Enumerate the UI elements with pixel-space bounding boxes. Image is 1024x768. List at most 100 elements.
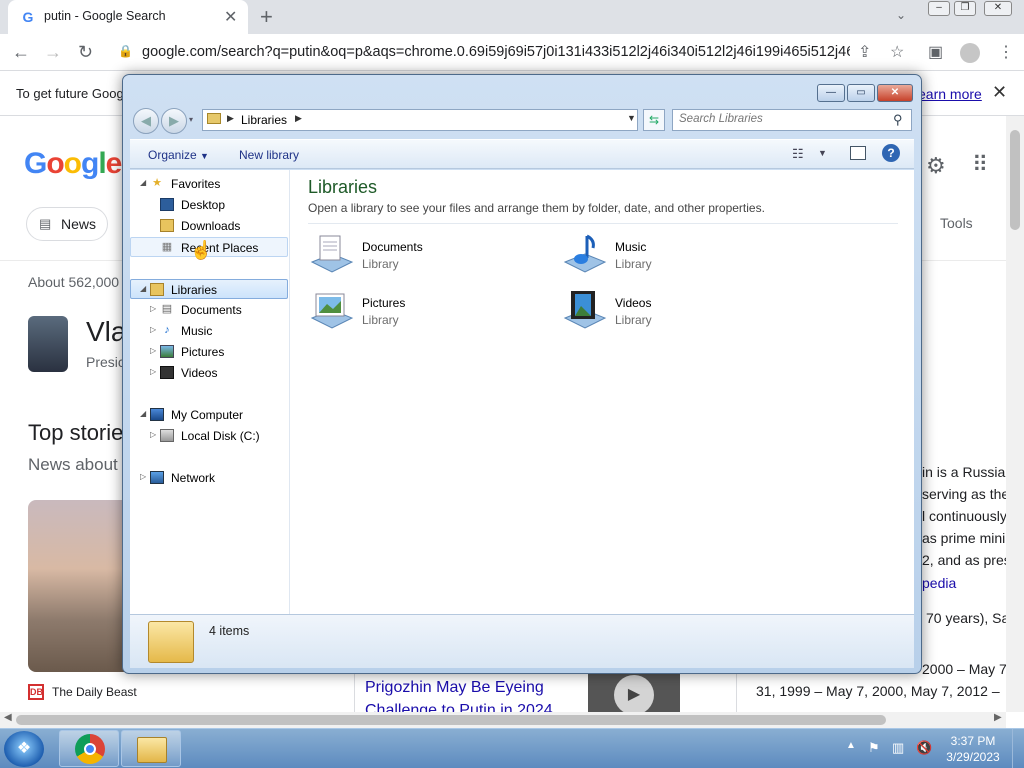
tab-google-search[interactable]: G putin - Google Search ✕ (8, 0, 248, 34)
network-tray-icon[interactable]: ▥ (892, 740, 904, 756)
tools-button[interactable]: Tools (940, 215, 973, 231)
scroll-right-icon[interactable]: ▶ (994, 712, 1002, 723)
forward-icon[interactable]: ▶ (161, 108, 187, 134)
forward-arrow-icon[interactable]: → (44, 42, 62, 62)
nav-documents[interactable]: ▷ ▤ Documents (130, 300, 288, 320)
back-arrow-icon[interactable]: ← (12, 42, 30, 62)
share-icon[interactable]: ⇪ (858, 42, 871, 62)
wikipedia-link[interactable]: pedia (922, 575, 956, 591)
start-button[interactable]: ❖ (4, 731, 44, 767)
explorer-folder-icon (137, 737, 167, 763)
breadcrumb-libraries[interactable]: Libraries (241, 113, 287, 127)
organize-button[interactable]: Organize ▼ (148, 148, 209, 162)
menu-dots-icon[interactable]: ⋮ (998, 42, 1014, 62)
action-center-flag-icon[interactable]: ⚑ (868, 740, 880, 756)
taskbar-chrome[interactable] (59, 730, 119, 767)
knowledge-thumbnail[interactable] (28, 316, 68, 372)
clock-time: 3:37 PM (950, 734, 996, 748)
nav-libraries[interactable]: ◢ Libraries (130, 279, 288, 299)
expand-arrow-icon[interactable]: ▷ (150, 367, 156, 376)
back-icon[interactable]: ◀ (133, 108, 159, 134)
tab-strip: G putin - Google Search ✕ + ⌄ – ❐ ✕ (0, 0, 1024, 34)
news-filter-chip[interactable]: ▤ News (26, 207, 108, 241)
reload-icon[interactable]: ↻ (78, 42, 93, 62)
recent-places-icon: ▦ (161, 241, 173, 253)
learn-more-link[interactable]: earn more (918, 86, 982, 102)
close-button[interactable]: ✕ (984, 1, 1012, 16)
lock-icon[interactable]: 🔒 (118, 44, 133, 58)
help-icon[interactable]: ? (882, 144, 900, 162)
bookmark-star-icon[interactable]: ☆ (890, 42, 904, 62)
knowledge-name[interactable]: Vla (86, 316, 126, 348)
new-library-button[interactable]: New library (239, 148, 299, 162)
library-documents[interactable]: Documents Library (308, 232, 538, 284)
nav-favorites[interactable]: ◢ ★ Favorites (130, 174, 288, 194)
expand-arrow-icon[interactable]: ▷ (150, 346, 156, 355)
settings-gear-icon[interactable]: ⚙ (926, 153, 946, 179)
nav-local-disk[interactable]: ▷ Local Disk (C:) (130, 426, 288, 446)
recent-pages-chevron-icon[interactable]: ▾ (189, 115, 193, 124)
expand-arrow-icon[interactable]: ▷ (150, 430, 156, 439)
breadcrumb-arrow-icon[interactable]: ▶ (295, 113, 302, 124)
expand-arrow-icon[interactable]: ▷ (150, 325, 156, 334)
collapse-arrow-icon[interactable]: ◢ (140, 178, 146, 187)
banner-text: To get future Goog (16, 86, 124, 101)
address-dropdown-icon[interactable]: ▼ (627, 113, 636, 123)
search-icon[interactable]: ⚲ (893, 112, 903, 128)
collapse-arrow-icon[interactable]: ◢ (140, 284, 146, 293)
restore-button[interactable]: ❐ (954, 1, 976, 16)
story-title-link[interactable]: Prigozhin May Be Eyeing Challenge to Put… (365, 676, 575, 712)
google-logo[interactable]: Google (24, 147, 122, 181)
refresh-icon[interactable]: ⇆ (643, 109, 665, 131)
nav-downloads[interactable]: Downloads (130, 216, 288, 236)
item-count: 4 items (209, 624, 250, 638)
new-tab-icon[interactable]: + (260, 4, 273, 30)
play-icon[interactable]: ▶ (614, 675, 654, 715)
volume-muted-icon[interactable]: 🔇 (916, 740, 932, 756)
show-desktop-button[interactable] (1012, 729, 1024, 768)
google-apps-icon[interactable]: ⠿ (972, 152, 988, 178)
tab-title: putin - Google Search (44, 9, 166, 23)
taskbar-explorer[interactable] (121, 730, 181, 767)
view-dropdown-icon[interactable]: ▼ (818, 148, 827, 158)
nav-videos[interactable]: ▷ Videos (130, 363, 288, 383)
collapse-arrow-icon[interactable]: ◢ (140, 409, 146, 418)
library-music[interactable]: Music Library (561, 232, 791, 284)
banner-close-icon[interactable]: ✕ (992, 82, 1007, 103)
nav-label: Music (181, 324, 213, 338)
scroll-left-icon[interactable]: ◀ (4, 712, 12, 723)
nav-desktop[interactable]: Desktop (130, 195, 288, 215)
breadcrumb-arrow-icon[interactable]: ▶ (227, 113, 234, 124)
address-bar[interactable]: google.com/search?q=putin&oq=p&aqs=chrom… (142, 44, 850, 60)
explorer-search-box[interactable]: ⚲ (672, 109, 912, 131)
side-panel-icon[interactable]: ▣ (928, 42, 943, 62)
nav-my-computer[interactable]: ◢ My Computer (130, 405, 288, 425)
horizontal-scroll-thumb[interactable] (16, 715, 886, 725)
explorer-address-bar[interactable]: ▶ Libraries ▶ ▼ (202, 109, 638, 131)
nav-label: Favorites (171, 177, 221, 191)
videos-icon (160, 366, 174, 379)
nav-pictures[interactable]: ▷ Pictures (130, 342, 288, 362)
story-image[interactable] (28, 500, 124, 672)
expand-arrow-icon[interactable]: ▷ (150, 304, 156, 313)
search-input[interactable] (679, 113, 889, 125)
library-pictures[interactable]: Pictures Library (308, 288, 538, 340)
documents-icon: ▤ (161, 303, 173, 315)
preview-pane-icon[interactable] (850, 146, 866, 160)
tab-search-chevron-icon[interactable]: ⌄ (896, 8, 906, 22)
vertical-scroll-thumb[interactable] (1010, 130, 1020, 230)
change-view-icon[interactable]: ☷ (792, 146, 804, 162)
nav-label: Downloads (181, 219, 241, 233)
show-hidden-icons[interactable]: ▲ (846, 740, 856, 751)
explorer-close-button[interactable]: ✕ (877, 84, 913, 102)
nav-music[interactable]: ▷ ♪ Music (130, 321, 288, 341)
tab-close-icon[interactable]: ✕ (224, 7, 237, 27)
nav-network[interactable]: ▷ Network (130, 468, 288, 488)
library-videos[interactable]: Videos Library (561, 288, 791, 340)
expand-arrow-icon[interactable]: ▷ (140, 472, 146, 481)
explorer-minimize-button[interactable]: — (817, 84, 845, 102)
profile-avatar[interactable] (960, 43, 980, 63)
clock[interactable]: 3:37 PM 3/29/2023 (940, 733, 1006, 765)
explorer-maximize-button[interactable]: ▭ (847, 84, 875, 102)
minimize-button[interactable]: – (928, 1, 950, 16)
